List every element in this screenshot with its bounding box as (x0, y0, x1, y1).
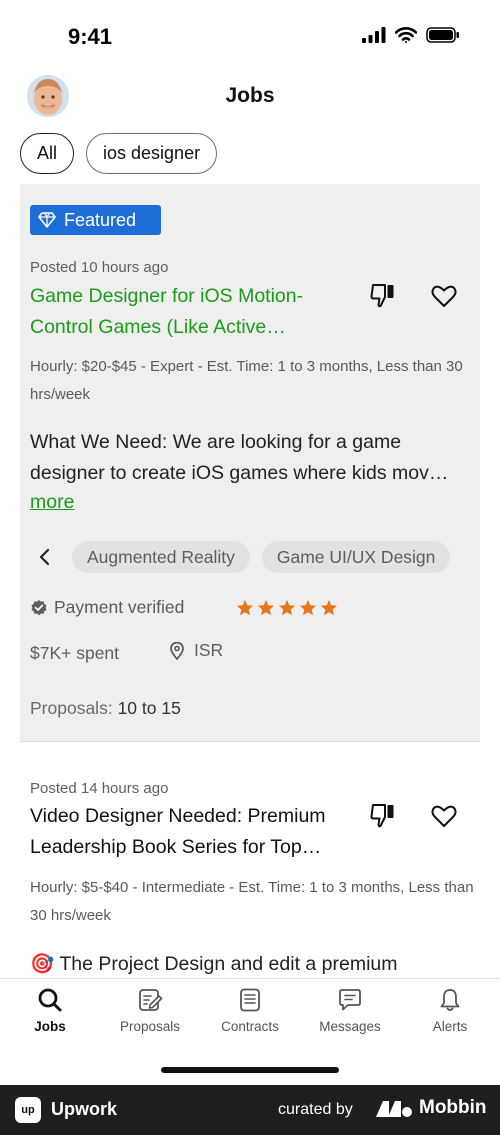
status-time: 9:41 (68, 24, 113, 49)
tab-label: Proposals (119, 1019, 181, 1034)
skill-tags: Augmented Reality Game UI/UX Design (30, 541, 480, 573)
payment-verified: Payment verified (30, 597, 184, 618)
tab-bar: Jobs Proposals Contracts Messages Alerts (0, 978, 500, 1085)
tab-label: Jobs (34, 1019, 66, 1034)
client-spent: $7K+ spent (30, 643, 120, 663)
tab-label: Messages (319, 1019, 381, 1034)
verified-badge-icon (31, 599, 47, 615)
client-location: ISR (170, 640, 223, 661)
heart-icon[interactable] (429, 801, 459, 831)
heart-icon[interactable] (429, 281, 459, 311)
job-card[interactable]: Posted 14 hours ago Video Designer Neede… (20, 742, 480, 978)
posted-time: Posted 10 hours ago (30, 259, 169, 276)
location-label: ISR (194, 640, 224, 660)
status-icons (362, 27, 460, 43)
job-meta: Hourly: $5-$40 - Intermediate - Est. Tim… (30, 879, 474, 924)
messages-icon (339, 989, 361, 1011)
star-icon (300, 600, 316, 616)
header: Jobs (0, 70, 500, 126)
star-icon (237, 600, 253, 616)
tab-proposals[interactable]: Proposals (100, 987, 200, 1034)
footer-app-name: Upwork (51, 1099, 118, 1119)
tab-label: Contracts (221, 1019, 279, 1034)
dislike-icon[interactable] (368, 801, 398, 831)
battery-icon (426, 27, 459, 43)
job-description: What We Need: We are looking for a game … (30, 431, 449, 484)
proposals-label: Proposals: (30, 698, 113, 718)
footer-brand-name: Mobbin (419, 1097, 487, 1118)
tab-label: Alerts (432, 1019, 468, 1034)
filter-chip-search[interactable]: ios designer (86, 133, 218, 174)
job-meta: Hourly: $20-$45 - Expert - Est. Time: 1 … (30, 358, 463, 403)
job-description: 🎯 The Project Design and edit a premium (30, 953, 398, 975)
signal-icon (362, 27, 386, 43)
proposals-count: Proposals: 10 to 15 (30, 698, 181, 719)
chevron-left-icon[interactable] (30, 541, 60, 573)
skill-tag[interactable]: Augmented Reality (72, 541, 250, 573)
search-icon (38, 988, 62, 1012)
payment-status: Payment verified (54, 597, 185, 617)
footer-bar: up Upwork curated by Mobbin (0, 1085, 500, 1135)
proposals-icon (139, 989, 163, 1011)
wifi-icon (395, 27, 417, 43)
job-title[interactable]: Game Designer for iOS Motion-Control Gam… (30, 281, 350, 343)
footer-brand: Mobbin (375, 1097, 487, 1119)
tab-jobs[interactable]: Jobs (0, 987, 100, 1034)
page-title: Jobs (225, 84, 275, 107)
featured-label: Featured (64, 209, 137, 230)
star-icon (321, 600, 337, 616)
posted-time: Posted 14 hours ago (30, 780, 169, 797)
star-icon (258, 600, 274, 616)
job-card-featured[interactable]: Featured Posted 10 hours ago Game Design… (20, 184, 480, 742)
proposals-value: 10 to 15 (117, 698, 181, 718)
home-indicator (161, 1067, 339, 1073)
contracts-icon (240, 988, 260, 1012)
job-title[interactable]: Video Designer Needed: Premium Leadershi… (30, 801, 350, 863)
diamond-icon (38, 212, 56, 228)
skill-tag[interactable]: Game UI/UX Design (261, 541, 451, 573)
featured-badge: Featured (30, 205, 161, 235)
location-pin-icon (170, 641, 184, 660)
bell-icon (440, 989, 460, 1011)
mobbin-logo-icon (376, 1101, 412, 1117)
client-rating (236, 599, 338, 617)
filter-chip-all[interactable]: All (20, 133, 75, 174)
tab-alerts[interactable]: Alerts (400, 987, 500, 1034)
footer-curated-by: curated by (278, 1101, 353, 1118)
filter-chips: All ios designer (20, 133, 218, 174)
star-icon (279, 600, 295, 616)
dislike-icon[interactable] (368, 281, 398, 311)
tab-messages[interactable]: Messages (300, 987, 400, 1034)
upwork-logo: up (15, 1097, 41, 1123)
status-bar: 9:41 (0, 0, 500, 70)
tab-contracts[interactable]: Contracts (200, 987, 300, 1034)
more-link[interactable]: more (30, 491, 74, 514)
